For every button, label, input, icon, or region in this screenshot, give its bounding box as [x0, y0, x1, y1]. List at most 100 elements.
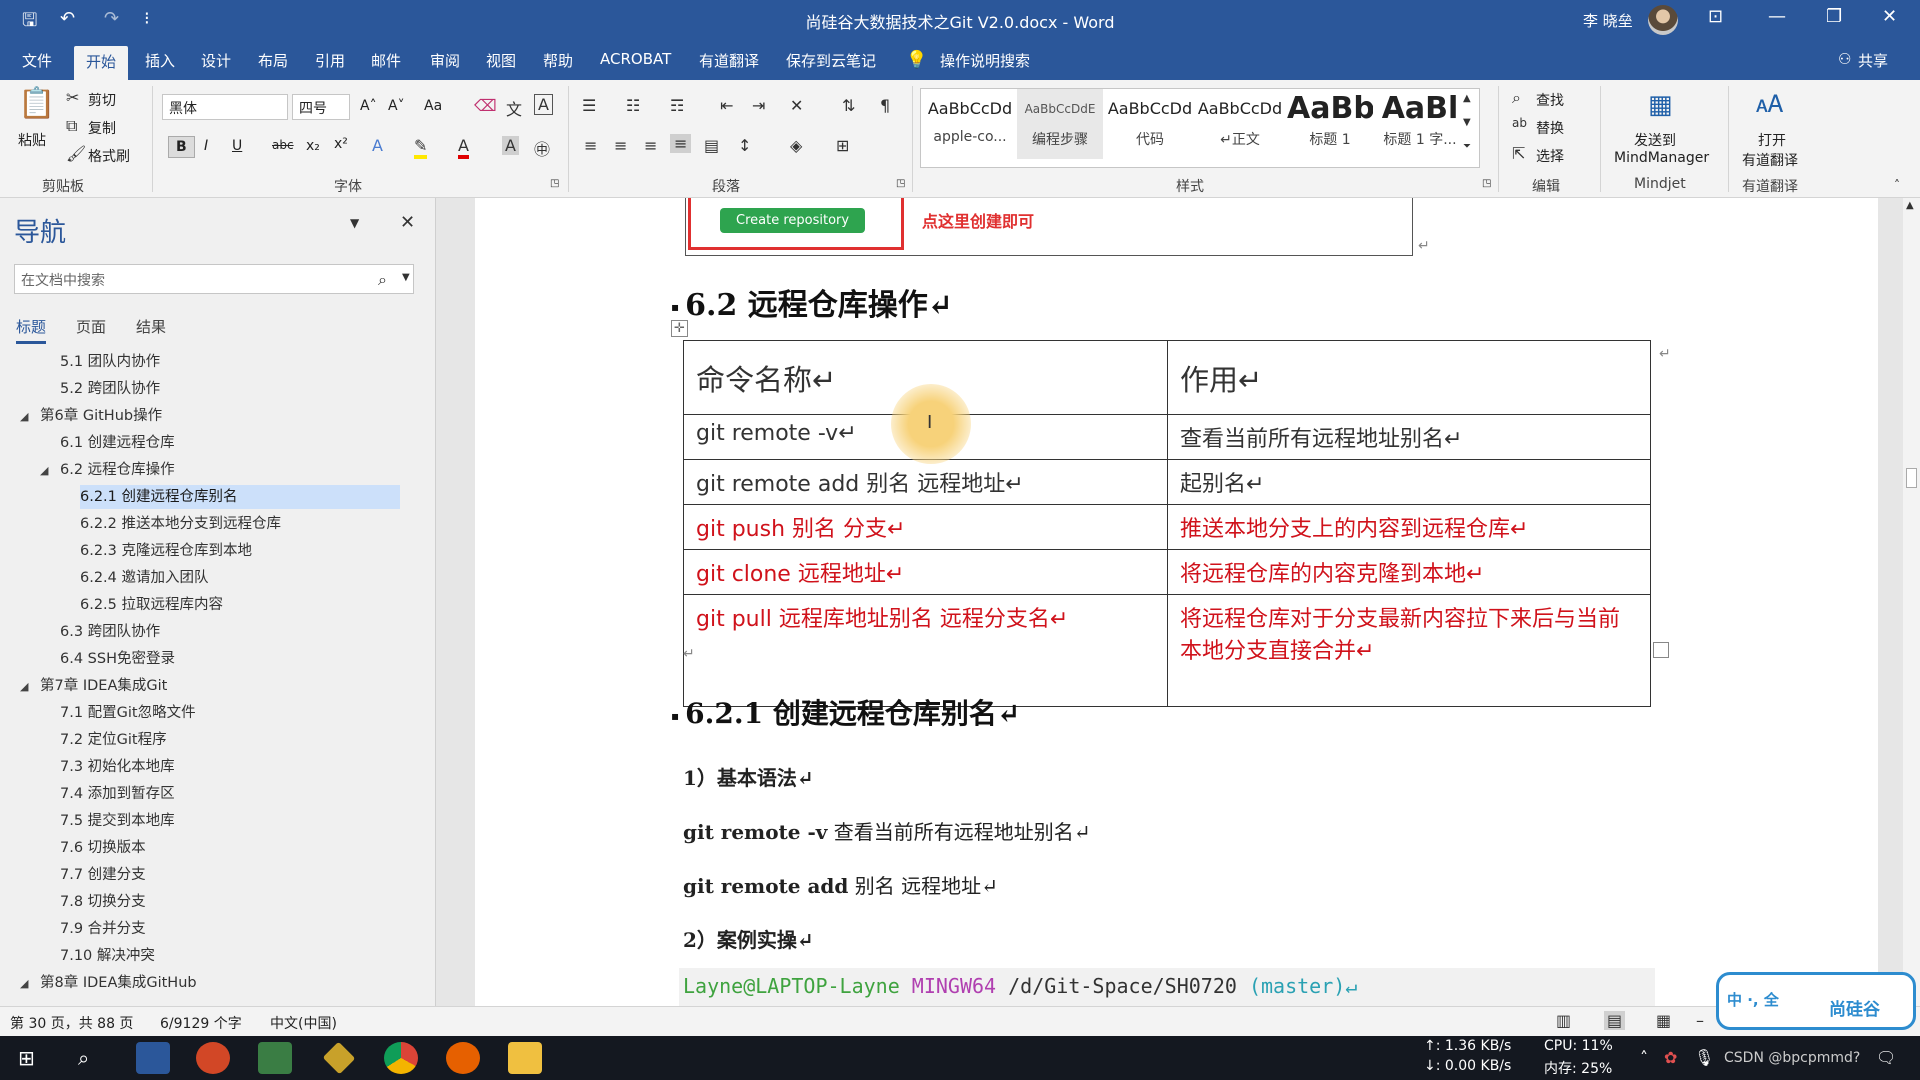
powerpoint-taskbar-icon[interactable] — [196, 1042, 230, 1074]
paragraph-dialog-launcher-icon[interactable]: ◳ — [896, 178, 905, 189]
nav-heading-item[interactable]: 5.1 团队内协作 — [60, 350, 160, 374]
open-youdao-button-line1[interactable]: 打开 — [1758, 130, 1786, 150]
shrink-font-button[interactable]: A˅ — [388, 98, 405, 114]
heading-6-2[interactable]: ▪ 6.2 远程仓库操作↵ — [671, 280, 953, 324]
command-cell[interactable]: git remote add 别名 远程地址↵ — [683, 459, 1168, 505]
tab-insert[interactable]: 插入 — [145, 50, 175, 71]
tab-review[interactable]: 审阅 — [430, 50, 460, 71]
bold-button[interactable]: B — [168, 136, 195, 158]
description-cell[interactable]: 将远程仓库对于分支最新内容拉下来后与当前本地分支直接合并↵ — [1167, 594, 1651, 707]
close-icon[interactable]: ✕ — [400, 212, 415, 233]
print-layout-icon[interactable]: ▤ — [1604, 1011, 1626, 1030]
table-move-handle-icon[interactable]: ✛ — [671, 320, 688, 337]
scroll-thumb[interactable] — [1906, 468, 1917, 488]
font-name-select[interactable]: 黑体 — [162, 94, 288, 120]
copy-icon[interactable]: ⧉ — [66, 116, 77, 136]
nav-heading-item[interactable]: 6.3 跨团队协作 — [60, 620, 160, 644]
nav-heading-item[interactable]: 7.4 添加到暂存区 — [60, 782, 175, 806]
font-dialog-launcher-icon[interactable]: ◳ — [550, 178, 559, 189]
scroll-up-icon[interactable]: ▲ — [1906, 200, 1914, 211]
nav-heading-item[interactable]: 7.5 提交到本地库 — [60, 809, 175, 833]
windows-start-icon[interactable]: ⊞ — [18, 1046, 35, 1070]
nav-heading-item[interactable]: 第7章 IDEA集成Git — [40, 674, 167, 698]
nav-heading-item[interactable]: 7.10 解决冲突 — [60, 944, 155, 968]
select-button[interactable]: 选择 — [1536, 146, 1564, 166]
command-cell[interactable]: git push 别名 分支↵ — [683, 504, 1168, 550]
format-painter-icon[interactable]: 🖌 — [66, 144, 86, 163]
style-item[interactable]: AaBbCcDd ↵正文 — [1197, 89, 1283, 159]
search-options-icon[interactable]: ▼ — [402, 272, 410, 283]
collapse-caret-icon[interactable]: ◢ — [20, 977, 28, 990]
nav-heading-item[interactable]: 7.9 合并分支 — [60, 917, 146, 941]
tab-home[interactable]: 开始 — [74, 46, 129, 80]
highlight-icon[interactable]: ✎ — [414, 136, 428, 159]
align-center-icon[interactable]: ≡ — [614, 136, 627, 155]
chevron-up-icon[interactable]: ˄ — [1640, 1048, 1648, 1067]
description-cell[interactable]: 将远程仓库的内容克隆到本地↵ — [1167, 549, 1651, 595]
mindmanager-icon[interactable]: ▦ — [1648, 90, 1673, 120]
distributed-icon[interactable]: ▤ — [704, 136, 719, 155]
syntax-line-1[interactable]: git remote -v 查看当前所有远程地址别名↵ — [683, 816, 1091, 845]
style-item[interactable]: AaBbCcDd 代码 — [1107, 89, 1193, 159]
gallery-down-icon[interactable]: ▼ — [1463, 117, 1471, 128]
search-icon[interactable]: ⌕ — [378, 270, 387, 290]
collapse-ribbon-icon[interactable]: ˄ — [1894, 178, 1900, 192]
enclose-characters-icon[interactable]: ㊥ — [534, 136, 550, 160]
character-border-icon[interactable]: A — [534, 94, 553, 115]
tab-help[interactable]: 帮助 — [543, 50, 573, 71]
replace-icon[interactable]: ab — [1512, 116, 1527, 130]
sort-icon[interactable]: ⇅ — [842, 96, 855, 115]
clear-formatting-icon[interactable]: ⌫ — [474, 96, 497, 115]
line-spacing-icon[interactable]: ↕ — [738, 136, 751, 155]
tab-headings[interactable]: 标题 — [16, 316, 47, 344]
align-left-icon[interactable]: ≡ — [584, 136, 597, 155]
vertical-scrollbar[interactable]: ▲ — [1903, 198, 1920, 1006]
restore-button[interactable]: ❐ — [1826, 6, 1842, 27]
search-icon[interactable]: ⌕ — [78, 1046, 89, 1070]
nav-heading-item[interactable]: 7.8 切换分支 — [60, 890, 146, 914]
numbering-icon[interactable]: ☷ — [626, 96, 640, 115]
translate-icon[interactable]: 🗚 — [1756, 90, 1783, 118]
character-shading-icon[interactable]: A — [502, 136, 519, 155]
tab-references[interactable]: 引用 — [315, 50, 345, 71]
strikethrough-button[interactable]: abc — [272, 138, 294, 152]
copy-button[interactable]: 复制 — [88, 118, 116, 138]
phonetic-guide-icon[interactable]: 文 — [506, 96, 522, 120]
nav-heading-item[interactable]: 7.2 定位Git程序 — [60, 728, 167, 752]
description-cell[interactable]: 起别名↵ — [1167, 459, 1651, 505]
chinese-layout-icon[interactable]: ✕ — [790, 96, 803, 115]
avatar[interactable] — [1648, 5, 1678, 35]
multilevel-list-icon[interactable]: ☶ — [670, 96, 684, 115]
nav-heading-item[interactable]: 第8章 IDEA集成GitHub — [40, 971, 197, 995]
font-size-select[interactable]: 四号 — [292, 94, 350, 120]
subscript-button[interactable]: x₂ — [306, 138, 320, 154]
heading-6-2-1[interactable]: ▪ 6.2.1 创建远程仓库别名↵ — [671, 692, 1020, 732]
tray-app-icon[interactable]: ✿ — [1664, 1048, 1677, 1067]
nav-heading-item[interactable]: 7.6 切换版本 — [60, 836, 146, 860]
nav-heading-item[interactable]: 6.2.4 邀请加入团队 — [80, 566, 209, 590]
align-right-icon[interactable]: ≡ — [644, 136, 657, 155]
word-count[interactable]: 6/9129 个字 — [160, 1013, 242, 1033]
tab-results[interactable]: 结果 — [136, 316, 166, 337]
ribbon-display-options-icon[interactable]: ⊡ — [1708, 6, 1723, 27]
collapse-caret-icon[interactable]: ◢ — [20, 410, 28, 423]
chrome-taskbar-icon[interactable] — [384, 1042, 418, 1074]
microphone-icon[interactable]: 🎙 — [1694, 1048, 1714, 1067]
tab-file[interactable]: 文件 — [22, 50, 52, 71]
zoom-out-icon[interactable]: – — [1696, 1011, 1704, 1030]
image-viewer-taskbar-icon[interactable] — [258, 1042, 292, 1074]
search-input[interactable]: 在文档中搜索 — [14, 264, 414, 294]
select-icon[interactable]: ⇱ — [1512, 144, 1525, 163]
grow-font-button[interactable]: A˄ — [360, 98, 377, 114]
table-resize-handle[interactable] — [1653, 642, 1669, 658]
decrease-indent-icon[interactable]: ⇤ — [720, 96, 733, 115]
tab-view[interactable]: 视图 — [486, 50, 516, 71]
cut-icon[interactable]: ✂ — [66, 88, 79, 107]
nav-heading-item[interactable]: 第6章 GitHub操作 — [40, 404, 162, 428]
gallery-up-icon[interactable]: ▲ — [1463, 93, 1471, 104]
terminal-line[interactable]: Layne@LAPTOP-Layne MINGW64 /d/Git-Space/… — [679, 968, 1655, 1006]
web-layout-icon[interactable]: ▦ — [1656, 1011, 1671, 1030]
tab-save-to-cloud-notes[interactable]: 保存到云笔记 — [786, 50, 876, 71]
tab-acrobat[interactable]: ACROBAT — [600, 50, 671, 68]
nav-heading-item[interactable]: 7.7 创建分支 — [60, 863, 146, 887]
